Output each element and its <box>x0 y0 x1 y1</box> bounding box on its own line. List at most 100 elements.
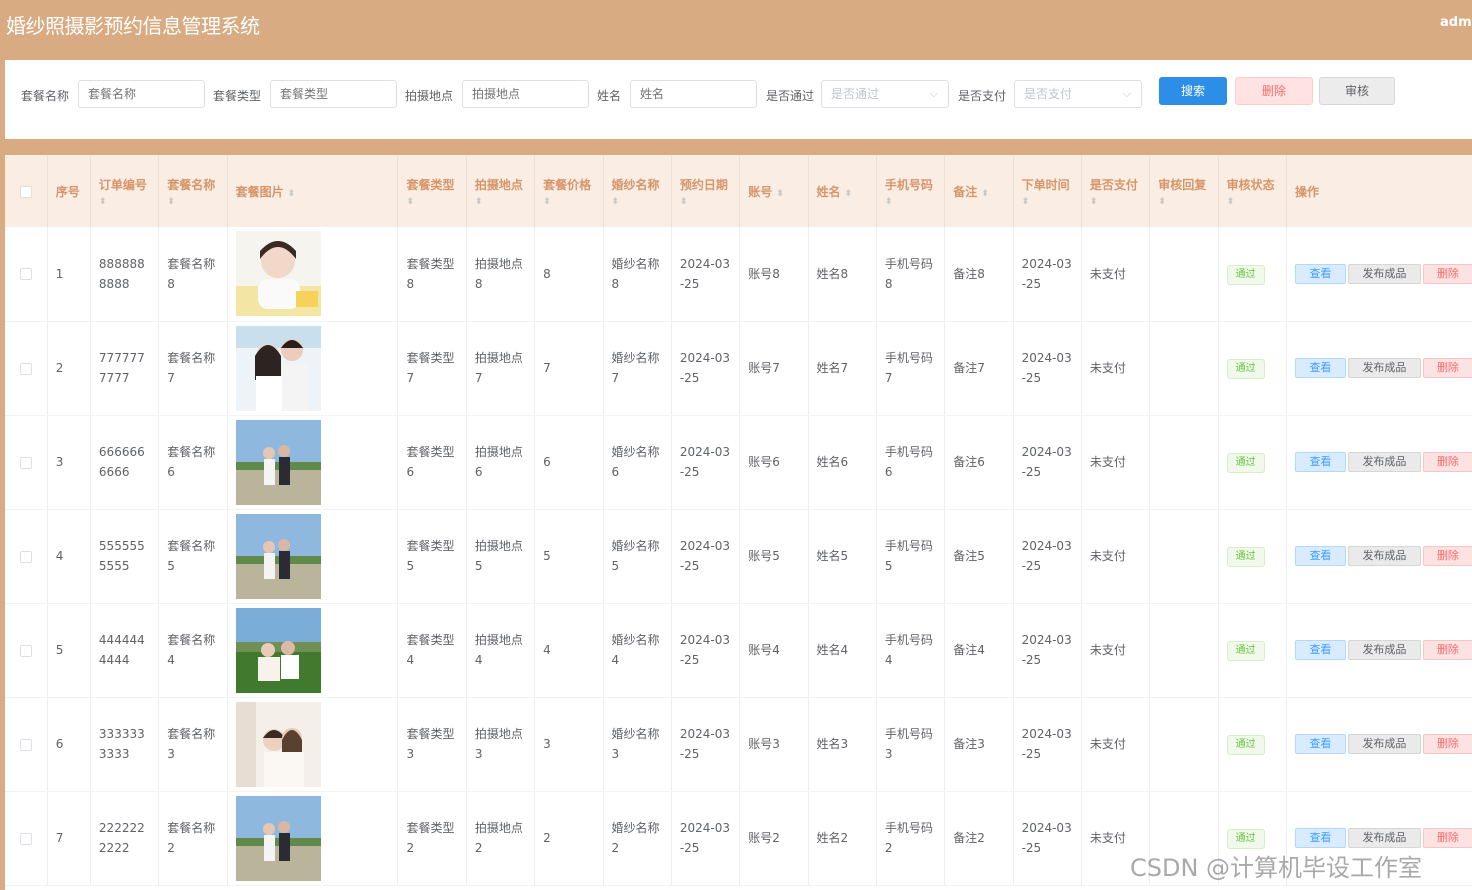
package-photo[interactable] <box>235 795 321 881</box>
package-photo[interactable] <box>235 419 321 505</box>
publish-button[interactable]: 发布成品 <box>1347 264 1421 284</box>
batch-delete-button[interactable]: 删除 <box>1235 77 1313 105</box>
delete-button[interactable]: 删除 <box>1422 452 1472 473</box>
publish-button[interactable]: 发布成品 <box>1347 546 1421 567</box>
sort-icon[interactable]: ⬍ <box>1090 197 1141 207</box>
delete-button[interactable]: 删除 <box>1422 546 1472 567</box>
cell-account: 账号5 <box>739 509 809 604</box>
view-button[interactable]: 查看 <box>1294 640 1346 661</box>
cell-remark: 备注2 <box>944 791 1014 886</box>
package-photo[interactable] <box>235 607 321 693</box>
delete-button[interactable]: 删除 <box>1422 734 1472 755</box>
row-select-cell <box>5 791 48 886</box>
publish-button[interactable]: 发布成品 <box>1347 358 1421 379</box>
delete-button[interactable]: 删除 <box>1422 264 1472 284</box>
row-checkbox[interactable] <box>19 832 32 845</box>
sort-icon[interactable]: ⬍ <box>1022 197 1073 207</box>
package-photo[interactable] <box>235 513 321 599</box>
sort-icon[interactable]: ⬍ <box>680 197 731 207</box>
row-checkbox[interactable] <box>19 644 32 657</box>
publish-button[interactable]: 发布成品 <box>1347 734 1421 755</box>
package-photo[interactable] <box>235 231 321 317</box>
sort-icon[interactable]: ⬍ <box>981 189 989 199</box>
cell-audit-reply <box>1149 603 1219 698</box>
cell-booking-date: 2024-03-25 <box>671 791 741 886</box>
publish-button[interactable]: 发布成品 <box>1347 640 1421 661</box>
col-package-image[interactable]: 套餐图片 ⬍ <box>227 155 399 227</box>
row-checkbox[interactable] <box>19 738 32 751</box>
col-label: 账号 <box>748 184 773 199</box>
cell-name: 姓名7 <box>808 321 877 416</box>
sort-icon[interactable]: ⬍ <box>885 197 936 207</box>
sort-icon[interactable]: ⬍ <box>167 197 218 207</box>
sort-icon[interactable]: ⬍ <box>1227 197 1278 207</box>
col-paid[interactable]: 是否支付 ⬍ <box>1081 155 1151 227</box>
col-account[interactable]: 账号 ⬍ <box>739 155 809 227</box>
cell-index: 2 <box>47 321 91 416</box>
view-button[interactable]: 查看 <box>1294 734 1346 755</box>
sort-icon[interactable]: ⬍ <box>776 189 784 199</box>
delete-button[interactable]: 删除 <box>1422 828 1472 849</box>
col-package-name[interactable]: 套餐名称 ⬍ <box>158 155 228 227</box>
row-checkbox[interactable] <box>19 456 32 469</box>
col-booking-date[interactable]: 预约日期 ⬍ <box>671 155 741 227</box>
col-dress-name[interactable]: 婚纱名称 ⬍ <box>603 155 672 227</box>
location-input[interactable] <box>462 80 589 108</box>
col-order-no[interactable]: 订单编号 ⬍ <box>90 155 160 227</box>
view-button[interactable]: 查看 <box>1294 264 1346 284</box>
col-price[interactable]: 套餐价格 ⬍ <box>534 155 604 227</box>
col-phone[interactable]: 手机号码 ⬍ <box>876 155 946 227</box>
cell-name: 姓名3 <box>808 697 877 792</box>
col-remark[interactable]: 备注 ⬍ <box>944 155 1014 227</box>
paid-select[interactable]: 是否支付 ⌵ <box>1014 80 1142 108</box>
sort-icon[interactable]: ⬍ <box>543 197 594 207</box>
user-menu[interactable]: admin <box>1440 15 1472 30</box>
col-location[interactable]: 拍摄地点 ⬍ <box>466 155 536 227</box>
col-order-time[interactable]: 下单时间 ⬍ <box>1013 155 1082 227</box>
col-label: 审核回复 <box>1158 177 1207 192</box>
cell-name: 姓名4 <box>808 603 877 698</box>
col-audit-status[interactable]: 审核状态 ⬍ <box>1218 155 1287 227</box>
col-package-type[interactable]: 套餐类型 ⬍ <box>397 155 467 227</box>
cell-booking-date: 2024-03-25 <box>671 509 741 604</box>
sort-icon[interactable]: ⬍ <box>475 197 526 207</box>
view-button[interactable]: 查看 <box>1294 546 1346 567</box>
search-button[interactable]: 搜索 <box>1159 77 1227 105</box>
approved-select[interactable]: 是否通过 ⌵ <box>821 80 949 108</box>
view-button[interactable]: 查看 <box>1294 828 1346 849</box>
col-label: 姓名 <box>816 184 841 199</box>
sort-icon[interactable]: ⬍ <box>288 189 296 199</box>
view-button[interactable]: 查看 <box>1294 452 1346 473</box>
batch-audit-button[interactable]: 审核 <box>1319 77 1395 105</box>
row-checkbox[interactable] <box>19 268 32 281</box>
app-title: 婚纱照摄影预约信息管理系统 <box>6 14 260 38</box>
cell-booking-date: 2024-03-25 <box>671 321 741 416</box>
row-checkbox[interactable] <box>19 362 32 375</box>
publish-button[interactable]: 发布成品 <box>1347 828 1421 849</box>
sort-icon[interactable]: ⬍ <box>406 197 457 207</box>
package-name-input[interactable] <box>78 80 205 108</box>
cell-order-time: 2024-03-25 <box>1013 603 1082 698</box>
publish-button[interactable]: 发布成品 <box>1347 452 1421 473</box>
sort-icon[interactable]: ⬍ <box>99 197 150 207</box>
sort-icon[interactable]: ⬍ <box>612 197 663 207</box>
sort-icon[interactable]: ⬍ <box>1158 197 1209 207</box>
delete-button[interactable]: 删除 <box>1422 640 1472 661</box>
row-checkbox[interactable] <box>19 550 32 563</box>
delete-button[interactable]: 删除 <box>1422 358 1472 379</box>
col-name[interactable]: 姓名 ⬍ <box>808 155 877 227</box>
package-photo[interactable] <box>235 325 321 411</box>
package-photo[interactable] <box>235 701 321 787</box>
cell-paid: 未支付 <box>1081 697 1151 792</box>
package-type-input[interactable] <box>270 80 397 108</box>
col-audit-reply[interactable]: 审核回复 ⬍ <box>1149 155 1219 227</box>
location-label: 拍摄地点 <box>405 89 454 103</box>
col-index: 序号 <box>47 155 91 227</box>
table-row: 6 3333333333 套餐名称3 套餐类型3 拍摄地点3 3 婚纱名称3 2… <box>5 697 1472 792</box>
select-all-checkbox[interactable] <box>19 185 32 198</box>
cell-audit-reply <box>1149 697 1219 792</box>
sort-icon[interactable]: ⬍ <box>845 189 853 199</box>
view-button[interactable]: 查看 <box>1294 358 1346 379</box>
name-input[interactable] <box>630 80 757 108</box>
cell-audit-reply <box>1149 321 1219 416</box>
